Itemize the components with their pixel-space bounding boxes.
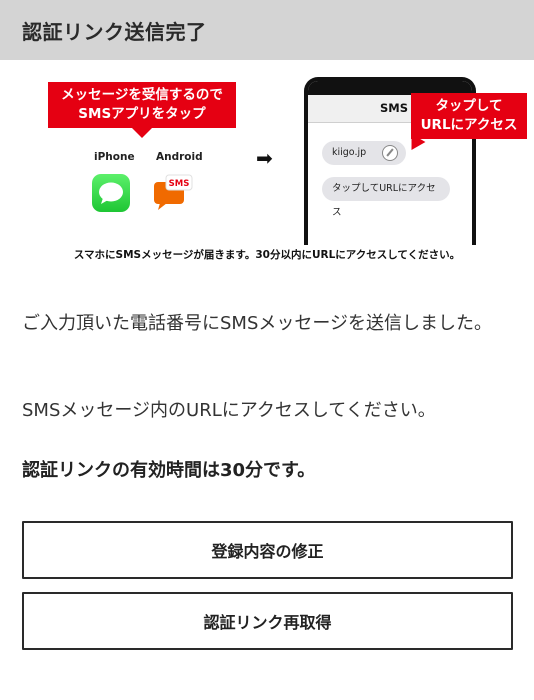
access-url-text: SMSメッセージ内のURLにアクセスしてください。 [22, 400, 436, 421]
message-url-text: kiigo.jp [332, 147, 367, 158]
android-sms-app-icon: SMS [152, 174, 194, 212]
page-title: 認証リンク送信完了 [22, 19, 207, 44]
resend-auth-link-button[interactable]: 認証リンク再取得 [22, 592, 513, 650]
callout-left-line1: メッセージを受信するので [61, 87, 223, 103]
phone-sms-title: SMS [380, 101, 409, 115]
callout-right-line2: URLにアクセス [420, 117, 518, 133]
callout-tap-sms-app: メッセージを受信するので SMSアプリをタップ [48, 82, 236, 138]
page-header: 認証リンク送信完了 [0, 0, 534, 60]
iphone-label: iPhone [94, 151, 135, 163]
message-bubble-url: kiigo.jp [322, 141, 406, 165]
callout-right-line1: タップして [435, 98, 503, 114]
expiry-notice-text: 認証リンクの有効時間は30分です。 [22, 460, 316, 481]
android-badge-text: SMS [169, 179, 190, 189]
message-bubble-tap: タップしてURLにアクセス [322, 177, 450, 218]
arrow-right-icon: ➡ [256, 146, 273, 170]
sent-message-text: ご入力頂いた電話番号にSMSメッセージを送信しました。 [22, 313, 493, 334]
callout-tap-url: タップして URLにアクセス [411, 93, 527, 139]
illustration-caption: スマホにSMSメッセージが届きます。30分以内にURLにアクセスしてください。 [73, 249, 461, 261]
edit-registration-button[interactable]: 登録内容の修正 [22, 521, 513, 579]
compass-icon [382, 145, 398, 161]
imessage-app-icon [92, 174, 130, 212]
sms-instruction-illustration: メッセージを受信するので SMSアプリをタップ iPhone Android S… [0, 60, 534, 275]
android-label: Android [156, 151, 203, 163]
callout-left-line2: SMSアプリをタップ [78, 106, 206, 122]
